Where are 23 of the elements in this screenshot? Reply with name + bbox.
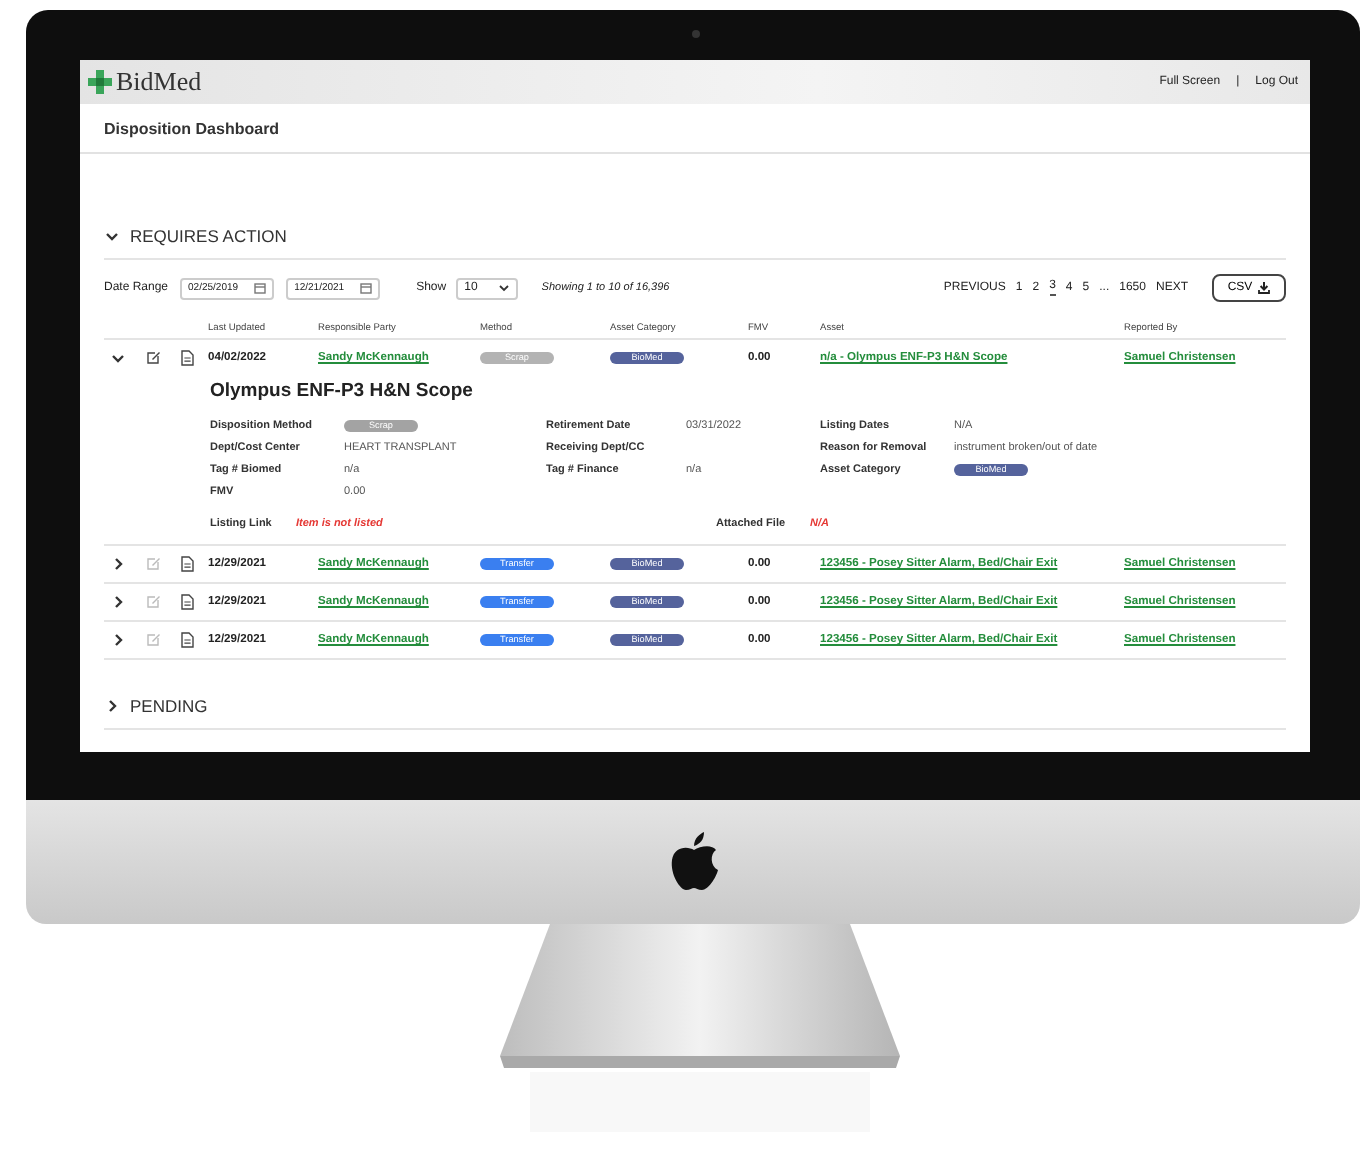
calendar-icon	[254, 282, 267, 294]
section-heading: PENDING	[130, 696, 208, 716]
app-logo-text: BidMed	[116, 66, 202, 98]
chevron-right-icon[interactable]	[104, 698, 120, 714]
document-icon[interactable]	[180, 350, 196, 366]
page-title: Disposition Dashboard	[80, 104, 1310, 154]
asset-title: Olympus ENF-P3 H&N Scope	[210, 380, 475, 402]
document-icon[interactable]	[180, 594, 196, 610]
document-icon[interactable]	[180, 556, 196, 572]
chevron-right-icon[interactable]	[110, 594, 126, 610]
chevron-down-icon[interactable]	[110, 350, 126, 366]
chevron-right-icon[interactable]	[110, 556, 126, 572]
caret-icon	[497, 282, 510, 294]
document-icon[interactable]	[180, 632, 196, 648]
apple-logo-icon	[667, 832, 719, 892]
edit-icon[interactable]	[146, 350, 162, 366]
section-heading: REQUIRES ACTION	[130, 226, 287, 246]
download-icon	[1258, 282, 1271, 294]
medical-cross-icon	[88, 70, 112, 94]
calendar-icon	[360, 282, 373, 294]
chevron-right-icon[interactable]	[110, 632, 126, 648]
chevron-down-icon[interactable]	[104, 228, 120, 244]
camera-dot	[691, 30, 699, 38]
